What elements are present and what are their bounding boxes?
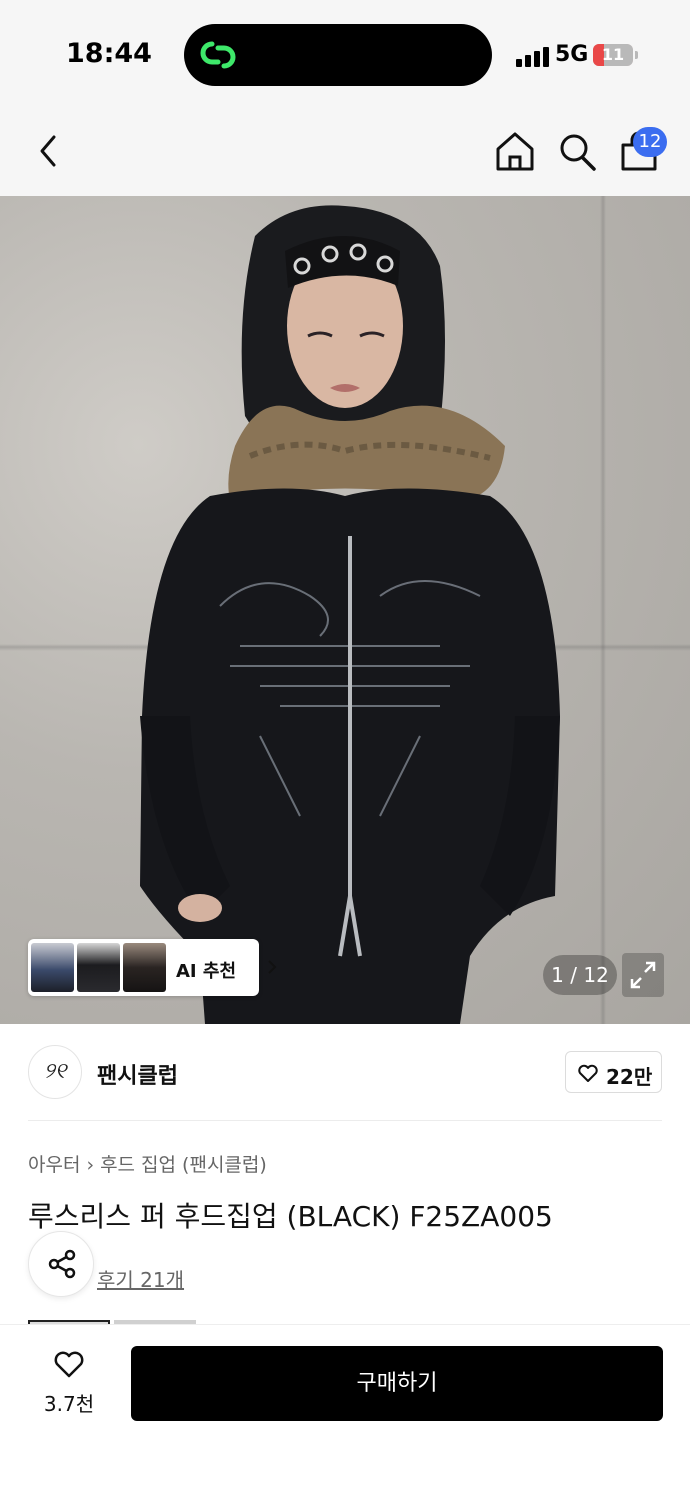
breadcrumb: 아우터 › 후드 집업 (팬시클럽)	[28, 1150, 267, 1177]
network-label: 5G	[555, 42, 589, 67]
review-link[interactable]: 후기 21개	[97, 1264, 184, 1293]
heart-icon	[54, 1351, 84, 1378]
breadcrumb-item-hood-zipup[interactable]: 후드 집업 (팬시클럽)	[100, 1154, 267, 1176]
back-arrow-icon[interactable]	[30, 129, 70, 173]
buy-button[interactable]: 구매하기	[131, 1346, 663, 1421]
cart-count-badge: 12	[633, 127, 667, 157]
brand-name[interactable]: 팬시클럽	[97, 1058, 178, 1090]
ai-recommend-button[interactable]: AI 추천	[28, 939, 277, 996]
share-button[interactable]	[28, 1231, 94, 1297]
breadcrumb-item-outer[interactable]: 아우터	[28, 1154, 80, 1176]
model-photo	[140, 205, 560, 1024]
home-icon[interactable]	[494, 129, 536, 173]
wishlist-count: 3.7천	[43, 1392, 95, 1416]
app-link-icon	[200, 41, 236, 69]
product-image[interactable]	[0, 196, 690, 1024]
expand-icon	[630, 961, 656, 989]
brand-logo-mark: ୨୧	[43, 1059, 67, 1084]
image-counter: 1 / 12	[543, 955, 617, 995]
brand-logo[interactable]: ୨୧	[28, 1045, 82, 1099]
chevron-right-icon	[268, 960, 277, 974]
status-bar: 18:44 5G 11	[0, 0, 690, 105]
expand-button[interactable]	[622, 953, 664, 997]
product-title: 루스리스 퍼 후드집업 (BLACK) F25ZA005	[28, 1200, 553, 1233]
share-icon	[48, 1249, 76, 1279]
signal-icon	[516, 45, 550, 67]
battery-icon: 11	[593, 44, 633, 66]
wishlist-button[interactable]: 3.7천	[32, 1346, 106, 1418]
battery-nub	[635, 51, 638, 59]
status-time: 18:44	[66, 38, 152, 69]
ai-thumb-3	[123, 943, 166, 992]
search-icon[interactable]	[556, 129, 598, 173]
ai-thumb-1	[31, 943, 74, 992]
divider	[28, 1120, 662, 1121]
top-nav	[0, 105, 690, 196]
brand-like-button[interactable]: 22만	[565, 1051, 662, 1093]
chevron-right-icon: ›	[86, 1154, 95, 1176]
dynamic-island	[184, 24, 492, 86]
battery-level: 11	[601, 45, 625, 64]
brand-like-count: 22만	[606, 1065, 653, 1089]
heart-icon	[578, 1064, 598, 1082]
ai-thumb-2	[77, 943, 120, 992]
ai-recommend-label: AI 추천	[176, 961, 237, 982]
